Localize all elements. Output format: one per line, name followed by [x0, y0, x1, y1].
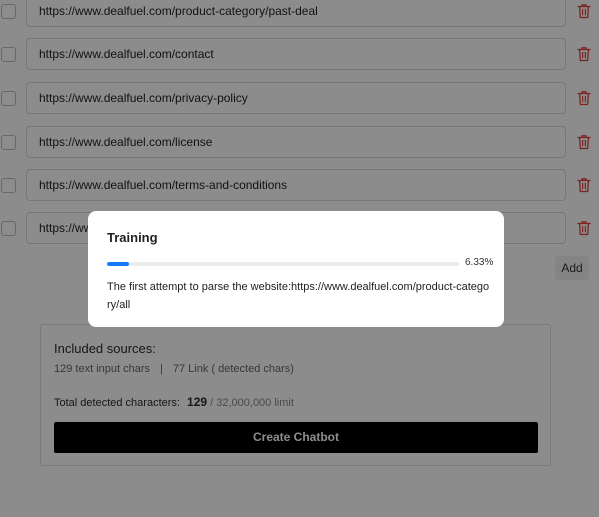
progress-percent: 6.33%: [465, 257, 494, 268]
training-modal: Training 6.33% The first attempt to pars…: [88, 211, 504, 327]
modal-message: The first attempt to parse the website:h…: [107, 281, 490, 311]
progress-bar: [107, 262, 459, 266]
progress-fill: [107, 262, 130, 266]
modal-title: Training: [107, 230, 158, 245]
